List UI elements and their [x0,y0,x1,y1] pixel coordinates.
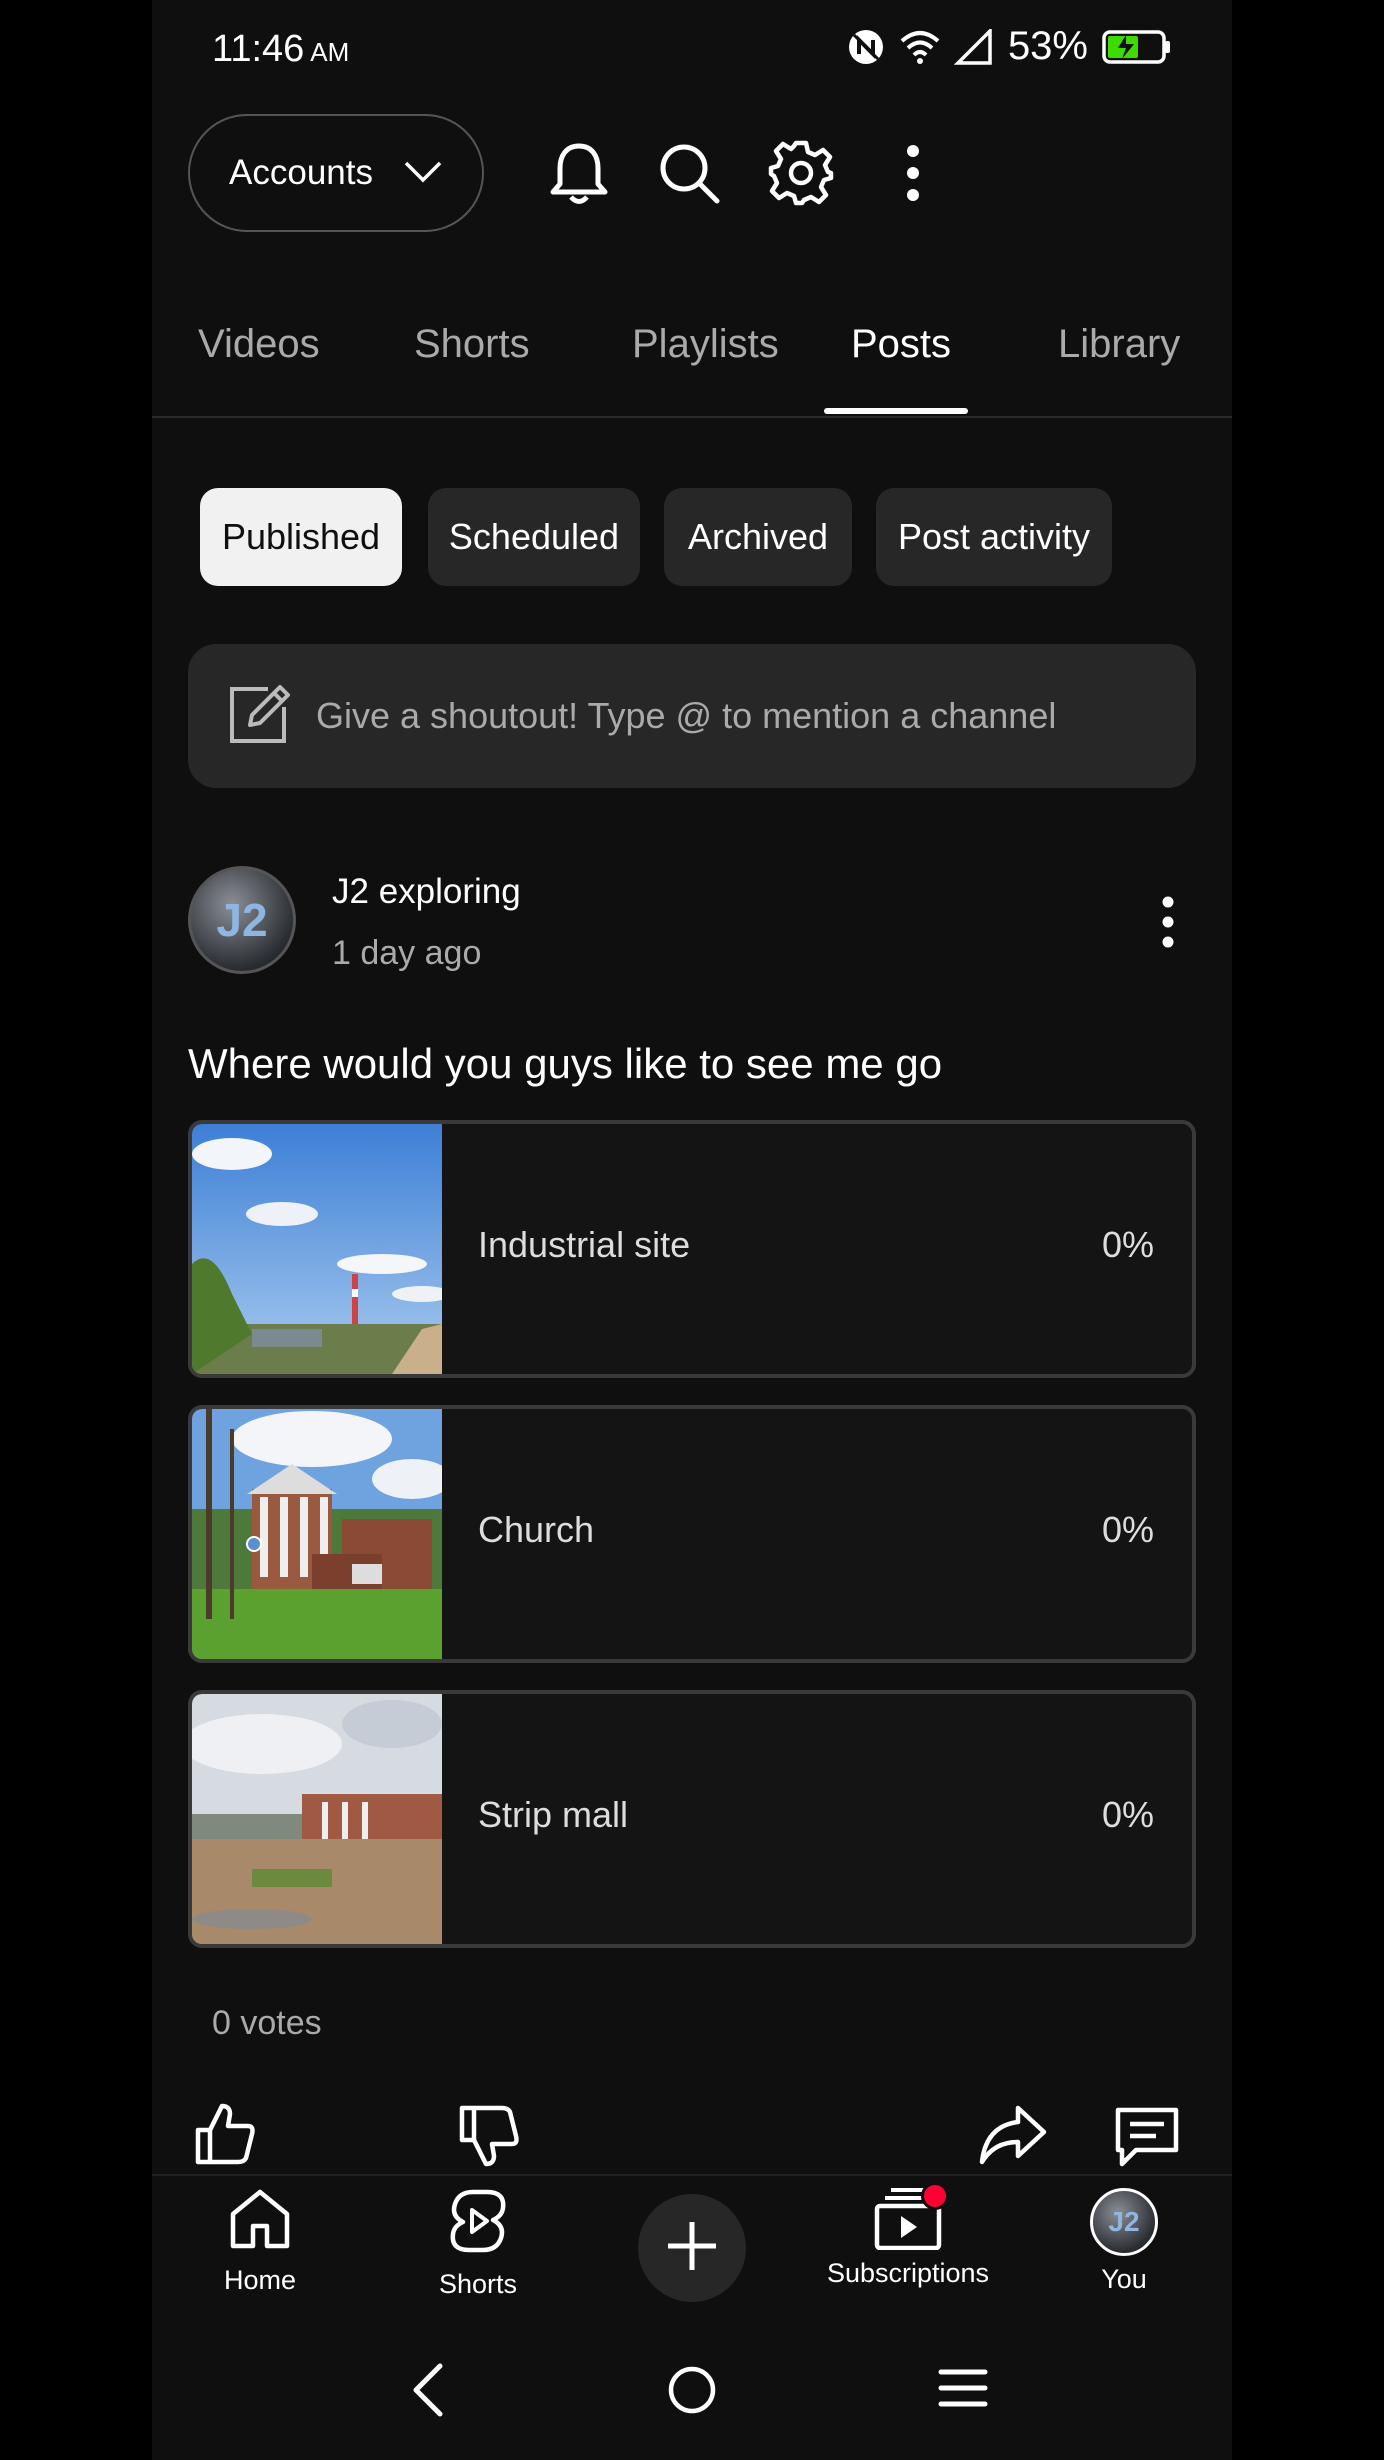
nav-home-label: Home [223,2265,297,2295]
status-time: 11:46 AM [212,28,350,70]
tab-playlists[interactable]: Playlists [632,322,779,367]
poll-option-label: Strip mall [478,1794,629,1835]
chip-post-activity[interactable]: Post activity [876,488,1112,586]
subscriptions-icon [873,2182,949,2251]
poll-option-industrial[interactable]: Industrial site 0% [188,1120,1196,1378]
poll-option-percent: 0% [1101,1509,1154,1550]
poll-option-strip-mall[interactable]: Strip mall 0% [188,1690,1196,1948]
tab-videos[interactable]: Videos [198,322,320,367]
status-icons: 53% [846,24,1172,69]
recents-icon[interactable] [938,2366,988,2415]
nfc-icon [846,27,886,67]
shorts-icon [447,2188,509,2261]
nav-shorts-label: Shorts [438,2269,518,2299]
gear-icon[interactable] [768,140,834,206]
shoutout-placeholder: Give a shoutout! Type @ to mention a cha… [316,695,1057,736]
nav-you[interactable]: J2 You [1024,2188,1224,2295]
plus-icon [664,2218,720,2279]
like-icon[interactable] [192,2100,258,2171]
more-vertical-icon[interactable] [880,140,946,206]
active-tab-indicator [824,408,968,414]
share-icon[interactable] [978,2104,1048,2171]
industrial-site-thumbnail [192,1124,442,1374]
channel-name[interactable]: J2 exploring [332,872,521,912]
poll-option-label: Church [478,1509,595,1550]
bell-icon[interactable] [546,140,612,206]
youtube-studio-screen: 11:46 AM 53% Accounts Videos Shorts Play… [152,0,1232,2460]
home-icon [227,2188,293,2257]
nav-subscriptions-label: Subscriptions [826,2258,990,2288]
tab-library[interactable]: Library [1058,322,1180,367]
poll-option-percent: 0% [1101,1224,1154,1265]
nav-you-label: You [1101,2264,1147,2294]
battery-percent: 53% [1007,24,1088,68]
poll-question: Where would you guys like to see me go [188,1040,943,1087]
poll-option-church[interactable]: Church 0% [188,1405,1196,1663]
channel-avatar[interactable]: J2 [188,866,296,974]
wifi-icon [900,29,940,65]
chip-published[interactable]: Published [200,488,402,586]
poll-option-label: Industrial site [478,1224,691,1265]
back-icon[interactable] [408,2362,448,2423]
vote-count: 0 votes [212,2004,322,2042]
nav-subscriptions[interactable]: Subscriptions [808,2182,1008,2289]
edit-icon [228,683,292,750]
you-avatar: J2 [1090,2188,1158,2256]
search-icon[interactable] [656,140,722,206]
tab-shorts[interactable]: Shorts [414,322,530,367]
content-tabs: Videos Shorts Playlists Posts Library [152,300,1232,418]
accounts-button[interactable]: Accounts [188,114,484,232]
create-button[interactable] [638,2194,746,2302]
nav-shorts[interactable]: Shorts [378,2188,578,2300]
accounts-label: Accounts [229,153,373,192]
battery-icon [1102,29,1172,65]
signal-icon [953,28,994,65]
post-more-icon[interactable] [1160,896,1176,953]
church-thumbnail [192,1409,442,1659]
comment-icon[interactable] [1112,2104,1182,2175]
strip-mall-thumbnail [192,1694,442,1944]
system-navigation-bar [152,2324,1232,2460]
poll-option-percent: 0% [1101,1794,1154,1835]
notification-dot [921,2182,949,2210]
nav-home[interactable]: Home [160,2188,360,2296]
chip-scheduled[interactable]: Scheduled [428,488,640,586]
tab-posts[interactable]: Posts [851,322,951,367]
home-circle-icon[interactable] [666,2364,718,2421]
bottom-navigation: Home Shorts Subscriptions J2 You [152,2174,1232,2326]
chip-archived[interactable]: Archived [664,488,852,586]
dislike-icon[interactable] [456,2104,522,2175]
chevron-down-icon [403,153,443,193]
post-time: 1 day ago [332,934,482,972]
shoutout-composer[interactable]: Give a shoutout! Type @ to mention a cha… [188,644,1196,788]
